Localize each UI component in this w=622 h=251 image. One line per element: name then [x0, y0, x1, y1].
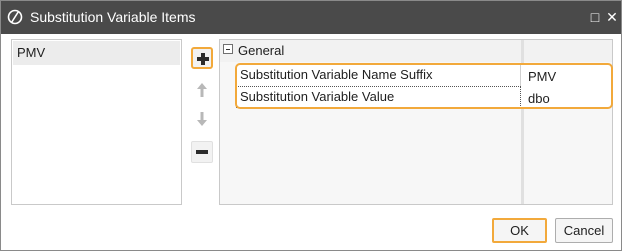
category-row-general[interactable]: General — [220, 40, 612, 62]
property-row-variable-value[interactable]: Substitution Variable Value — [236, 86, 612, 108]
property-name: Substitution Variable Value — [240, 89, 395, 104]
property-grid: General Substitution Variable Name Suffi… — [219, 39, 613, 205]
cancel-button[interactable]: Cancel — [555, 218, 613, 243]
remove-item-button[interactable] — [191, 141, 213, 163]
arrow-up-icon — [197, 83, 207, 97]
add-item-button[interactable] — [191, 47, 213, 69]
move-up-button[interactable] — [191, 80, 213, 102]
minus-icon — [196, 150, 208, 154]
maximize-button[interactable]: □ — [588, 10, 602, 24]
name-suffix-value-field[interactable] — [524, 65, 610, 85]
category-label: General — [238, 43, 285, 58]
ok-button[interactable]: OK — [492, 218, 547, 243]
variable-value-field[interactable] — [524, 87, 610, 107]
property-name: Substitution Variable Name Suffix — [240, 67, 433, 82]
plus-icon — [197, 53, 209, 65]
arrow-down-icon — [197, 112, 207, 126]
window-title: Substitution Variable Items — [30, 9, 196, 25]
circle-slash-app-icon — [7, 9, 23, 25]
substitution-variable-items-dialog: Substitution Variable Items □ ✕ PMV Gene… — [0, 0, 622, 251]
list-item[interactable]: PMV — [13, 41, 180, 65]
variable-item-list[interactable]: PMV — [11, 39, 182, 205]
move-down-button[interactable] — [191, 107, 213, 129]
property-row-name-suffix[interactable]: Substitution Variable Name Suffix — [236, 64, 612, 86]
title-bar[interactable]: Substitution Variable Items □ ✕ — [1, 1, 621, 34]
collapse-toggle-icon[interactable] — [223, 44, 233, 54]
close-button[interactable]: ✕ — [605, 10, 619, 24]
